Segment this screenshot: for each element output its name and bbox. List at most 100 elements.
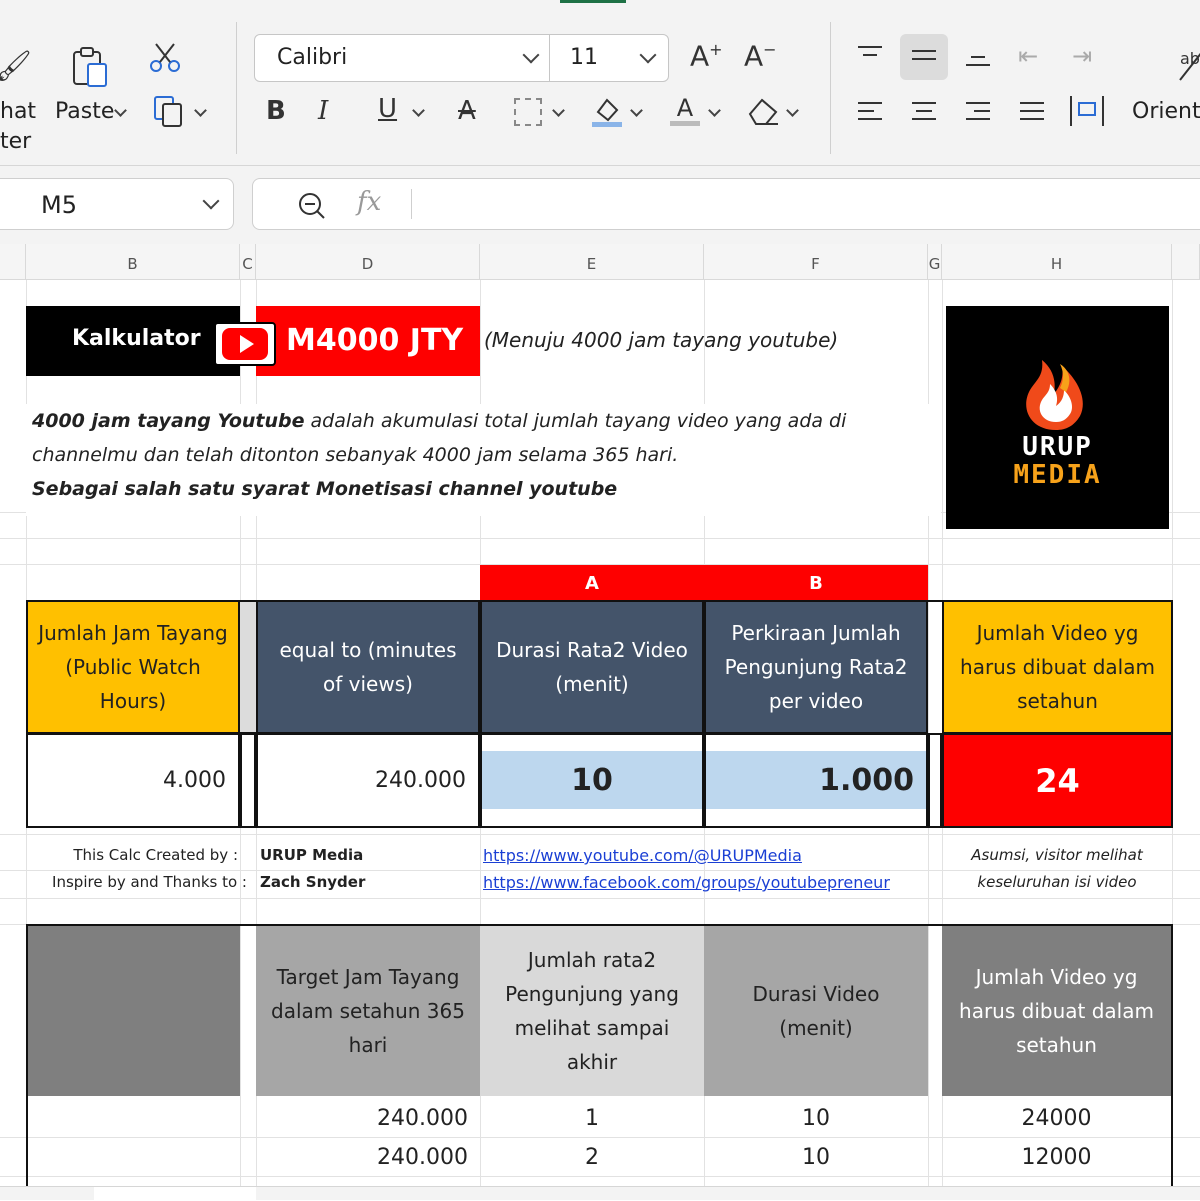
value-equal-to[interactable]: 240.000 [256, 733, 480, 828]
created-by-label: This Calc Created by : [73, 846, 238, 864]
youtube-link[interactable]: https://www.youtube.com/@URUPMedia [483, 846, 802, 865]
active-sheet-tab[interactable] [94, 1187, 256, 1201]
column-header-g[interactable]: G [928, 244, 942, 280]
column-header-d[interactable]: D [256, 244, 480, 280]
youtube-logo-icon [214, 322, 276, 366]
font-color-dropdown-icon[interactable] [708, 104, 721, 117]
description-line1: adalah akumulasi total jumlah tayang vid… [304, 410, 847, 432]
value-durasi-cell: 10 [480, 733, 704, 828]
banner-black: Kalkulator [26, 306, 240, 376]
value-watch-hours[interactable]: 4.000 [26, 733, 240, 828]
font-size-value: 11 [570, 45, 598, 70]
header-perkiraan: Perkiraan Jumlah Pengunjung Rata2 per vi… [704, 600, 928, 734]
copy-dropdown-icon[interactable] [194, 104, 207, 117]
active-tab-indicator [560, 0, 626, 3]
column-header-h[interactable]: H [942, 244, 1172, 280]
name-box[interactable]: M5 [0, 178, 234, 230]
assumption-note-2: keseluruhan isi video [977, 873, 1137, 891]
column-header-f[interactable]: F [704, 244, 928, 280]
table-row-1-durasi[interactable]: 10 [704, 1099, 928, 1137]
underline-dropdown-icon[interactable] [412, 104, 425, 117]
logo-line2: MEDIA [1013, 460, 1102, 490]
table-row-2-target[interactable]: 240.000 [256, 1138, 480, 1176]
clear-formatting-icon[interactable] [746, 94, 782, 128]
align-center-icon[interactable] [912, 102, 936, 126]
description-line2: channelmu dan telah ditonton sebanyak 40… [32, 444, 679, 466]
paste-button[interactable]: Paste [55, 99, 114, 124]
fill-color-dropdown-icon[interactable] [630, 104, 643, 117]
align-right-icon[interactable] [966, 102, 990, 126]
paste-icon[interactable] [70, 46, 112, 90]
column-header-e[interactable]: E [480, 244, 704, 280]
font-size-combo[interactable]: 11 [549, 34, 669, 82]
table-row-1-pengunjung[interactable]: 1 [480, 1099, 704, 1137]
italic-icon[interactable]: I [318, 98, 328, 124]
header-equal-to: equal to (minutes of views) [256, 600, 480, 734]
table-row-2-pengunjung[interactable]: 2 [480, 1138, 704, 1176]
cut-icon[interactable] [148, 42, 184, 74]
orientation-icon[interactable]: ab [1176, 44, 1200, 84]
label-a: A [480, 565, 704, 601]
table-row-2-durasi[interactable]: 10 [704, 1138, 928, 1176]
second-header-durasi: Durasi Video (menit) [704, 926, 928, 1096]
brand-title: M4000 JTY [286, 323, 464, 358]
top-align-icon[interactable] [858, 46, 882, 62]
copy-icon[interactable] [152, 94, 186, 128]
increase-indent-icon[interactable]: ⇥ [1072, 44, 1092, 68]
assumption-note-1: Asumsi, visitor melihat [971, 846, 1143, 864]
value-jumlah-video: 24 [942, 733, 1173, 828]
value-durasi[interactable]: 10 [482, 751, 702, 809]
description-line3: Sebagai salah satu syarat Monetisasi cha… [32, 478, 618, 500]
column-header-b[interactable]: B [26, 244, 240, 280]
wrap-text-icon[interactable] [1070, 96, 1104, 126]
value-spacer [240, 733, 256, 828]
table-row-1-jumlah[interactable]: 24000 [942, 1099, 1171, 1137]
borders-icon[interactable] [514, 98, 542, 126]
clear-dropdown-icon[interactable] [786, 104, 799, 117]
font-name-combo[interactable]: Calibri [254, 34, 550, 82]
format-painter-icon[interactable]: 🖌 [0, 52, 32, 82]
second-header-target: Target Jam Tayang dalam setahun 365 hari [256, 926, 480, 1096]
column-header-i[interactable] [1172, 244, 1200, 280]
facebook-link[interactable]: https://www.facebook.com/groups/youtubep… [483, 873, 890, 892]
header-spacer [240, 600, 256, 734]
paste-dropdown-icon[interactable] [114, 104, 127, 117]
format-painter-label-2[interactable]: ter [0, 129, 31, 154]
column-header-c[interactable]: C [240, 244, 256, 280]
strikethrough-icon[interactable]: A [458, 98, 476, 124]
font-name-value: Calibri [277, 45, 348, 70]
second-header-blank [28, 926, 240, 1096]
align-left-icon[interactable] [858, 102, 882, 126]
format-painter-label-1[interactable]: hat [0, 99, 36, 124]
description-bold: 4000 jam tayang Youtube [32, 410, 305, 432]
value-perkiraan-cell: 1.000 [704, 733, 928, 828]
increase-font-size-icon[interactable]: A+ [690, 42, 723, 70]
inspire-by-value: Zach Snyder [260, 873, 366, 891]
decrease-indent-icon[interactable]: ⇤ [1018, 44, 1038, 68]
middle-align-icon[interactable] [912, 50, 936, 66]
fx-icon[interactable]: fx [357, 187, 381, 217]
table-row-1-target[interactable]: 240.000 [256, 1099, 480, 1137]
zoom-formula-icon[interactable] [297, 191, 327, 221]
inspire-by-label: Inspire by and Thanks to : [52, 873, 247, 891]
banner-red: M4000 JTY [256, 306, 480, 376]
bold-icon[interactable]: B [266, 98, 286, 124]
header-durasi: Durasi Rata2 Video (menit) [480, 600, 704, 734]
bottom-align-icon[interactable] [966, 56, 990, 72]
decrease-font-size-icon[interactable]: A− [744, 42, 777, 70]
justify-icon[interactable] [1020, 102, 1044, 126]
value-perkiraan[interactable]: 1.000 [706, 751, 926, 809]
orientation-button[interactable]: Orienta [1132, 99, 1200, 124]
borders-dropdown-icon[interactable] [552, 104, 565, 117]
column-header-a[interactable] [0, 244, 26, 280]
table-row-2-jumlah[interactable]: 12000 [942, 1138, 1171, 1176]
chevron-down-icon[interactable] [202, 192, 220, 210]
name-box-value: M5 [41, 191, 77, 219]
underline-icon[interactable]: U [378, 96, 397, 122]
chevron-down-icon[interactable] [639, 46, 657, 64]
font-color-icon[interactable]: A [668, 92, 702, 128]
urup-media-logo: URUP MEDIA [946, 306, 1169, 529]
fill-color-icon[interactable] [590, 94, 624, 128]
chevron-down-icon[interactable] [522, 46, 540, 64]
formula-input[interactable]: fx [252, 178, 1200, 230]
